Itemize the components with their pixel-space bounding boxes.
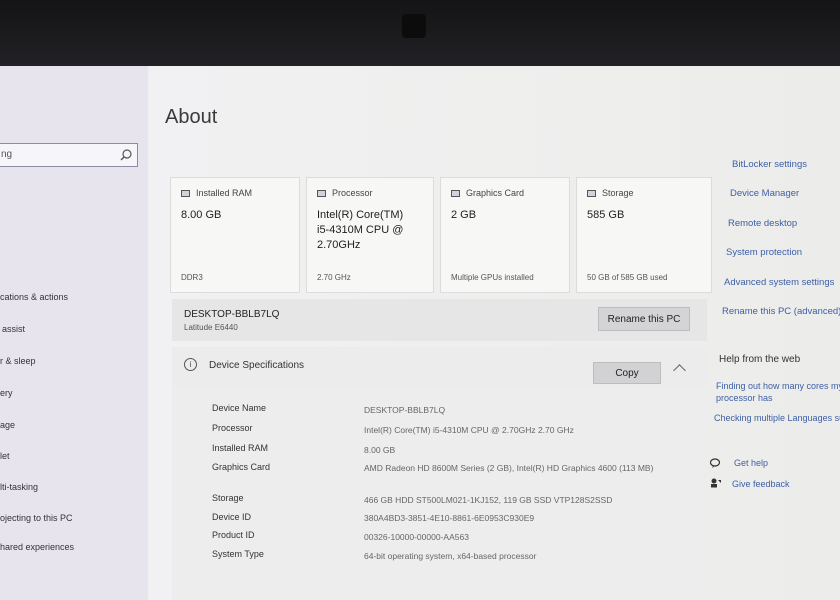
card-title: Graphics Card bbox=[466, 188, 525, 198]
card-value-line: i5-4310M CPU @ bbox=[317, 224, 404, 236]
rename-pc-button[interactable]: Rename this PC bbox=[598, 307, 690, 331]
system-protection-link[interactable]: System protection bbox=[726, 247, 802, 258]
card-value-line: 2.70GHz bbox=[317, 239, 361, 251]
spec-value: AMD Radeon HD 8600M Series (2 GB), Intel… bbox=[364, 463, 654, 473]
help-heading: Help from the web bbox=[719, 354, 801, 365]
spec-value: Intel(R) Core(TM) i5-4310M CPU @ 2.70GHz… bbox=[364, 425, 574, 435]
spec-value: 466 GB HDD ST500LM021-1KJ152, 119 GB SSD… bbox=[364, 495, 613, 505]
section-title: Device Specifications bbox=[209, 360, 305, 371]
search-icon[interactable] bbox=[119, 148, 133, 162]
feedback-icon bbox=[711, 478, 721, 488]
sidebar-item-power-sleep[interactable]: r & sleep bbox=[0, 356, 36, 366]
sidebar-item-shared-experiences[interactable]: hared experiences bbox=[0, 542, 74, 552]
card-storage: Storage 585 GB 50 GB of 585 GB used bbox=[576, 177, 712, 293]
card-footer: Multiple GPUs installed bbox=[451, 273, 534, 282]
card-footer: 50 GB of 585 GB used bbox=[587, 273, 668, 282]
help-link-line: Finding out how many cores my bbox=[716, 381, 840, 391]
card-processor: Processor Intel(R) Core(TM) i5-4310M CPU… bbox=[306, 177, 434, 293]
search-input-value: ng bbox=[1, 149, 13, 160]
bitlocker-settings-link[interactable]: BitLocker settings bbox=[732, 159, 807, 170]
device-specifications-header[interactable]: i Device Specifications Copy bbox=[172, 347, 707, 387]
card-value: Intel(R) Core(TM) i5-4310M CPU @ 2.70GHz bbox=[317, 208, 403, 253]
chat-help-icon bbox=[710, 458, 721, 468]
card-graphics: Graphics Card 2 GB Multiple GPUs install… bbox=[440, 177, 570, 293]
spec-label: Processor bbox=[212, 423, 253, 433]
get-help-link[interactable]: Get help bbox=[734, 458, 768, 468]
device-manager-link[interactable]: Device Manager bbox=[730, 188, 799, 199]
spec-label: Device Name bbox=[212, 403, 267, 413]
help-link-line: processor has bbox=[716, 393, 773, 403]
copy-button[interactable]: Copy bbox=[593, 362, 661, 384]
sidebar-item-notifications[interactable]: cations & actions bbox=[0, 292, 68, 302]
card-value-line: Intel(R) Core(TM) bbox=[317, 209, 404, 221]
storage-icon bbox=[587, 189, 596, 197]
spec-label: Installed RAM bbox=[212, 443, 269, 453]
card-title: Installed RAM bbox=[196, 188, 253, 198]
give-feedback-link[interactable]: Give feedback bbox=[732, 479, 790, 489]
spec-value: 00326-10000-00000-AA563 bbox=[364, 532, 469, 542]
spec-label: Product ID bbox=[212, 530, 255, 540]
sidebar: ng cations & actions assist r & sleep er… bbox=[0, 66, 148, 600]
search-input[interactable]: ng bbox=[0, 143, 138, 167]
graphics-card-icon bbox=[451, 189, 460, 197]
spec-label: Graphics Card bbox=[212, 462, 271, 472]
sidebar-item-tablet[interactable]: let bbox=[0, 451, 10, 461]
webcam bbox=[402, 14, 426, 38]
page-title: About bbox=[165, 106, 218, 128]
chevron-up-icon[interactable] bbox=[673, 364, 686, 377]
settings-window: ng cations & actions assist r & sleep er… bbox=[0, 66, 840, 600]
device-model: Latitude E6440 bbox=[184, 323, 238, 332]
specifications-table: Device Name DESKTOP-BBLB7LQ Processor In… bbox=[172, 387, 707, 600]
card-value: 585 GB bbox=[587, 209, 625, 221]
card-title: Processor bbox=[332, 188, 373, 198]
sidebar-item-battery[interactable]: ery bbox=[0, 388, 13, 398]
memory-icon bbox=[181, 189, 190, 197]
sidebar-item-projecting[interactable]: ojecting to this PC bbox=[0, 513, 73, 523]
sidebar-item-focus-assist[interactable]: assist bbox=[2, 324, 25, 334]
card-title: Storage bbox=[602, 188, 634, 198]
spec-label: Storage bbox=[212, 493, 244, 503]
spec-value: 380A4BD3-3851-4E10-8861-6E0953C930E9 bbox=[364, 513, 535, 523]
sidebar-item-multitasking[interactable]: lti-tasking bbox=[0, 482, 38, 492]
spec-value: DESKTOP-BBLB7LQ bbox=[364, 405, 446, 415]
device-row: DESKTOP-BBLB7LQ Latitude E6440 Rename th… bbox=[172, 299, 707, 341]
info-icon: i bbox=[184, 358, 197, 371]
card-value: 2 GB bbox=[451, 209, 477, 221]
card-installed-ram: Installed RAM 8.00 GB DDR3 bbox=[170, 177, 300, 293]
screen-bezel bbox=[0, 0, 840, 66]
device-name: DESKTOP-BBLB7LQ bbox=[184, 309, 280, 320]
card-value: 8.00 GB bbox=[181, 209, 222, 221]
advanced-system-settings-link[interactable]: Advanced system settings bbox=[724, 277, 834, 288]
spec-value: 64-bit operating system, x64-based proce… bbox=[364, 551, 537, 561]
spec-label: System Type bbox=[212, 549, 264, 559]
help-link-languages[interactable]: Checking multiple Languages support bbox=[714, 412, 840, 424]
card-footer: 2.70 GHz bbox=[317, 273, 351, 282]
remote-desktop-link[interactable]: Remote desktop bbox=[728, 218, 797, 229]
help-link-cores[interactable]: Finding out how many cores my processor … bbox=[716, 380, 840, 404]
processor-icon bbox=[317, 189, 326, 197]
sidebar-item-storage[interactable]: age bbox=[0, 420, 15, 430]
spec-label: Device ID bbox=[212, 512, 252, 522]
card-footer: DDR3 bbox=[181, 273, 203, 282]
rename-pc-advanced-link[interactable]: Rename this PC (advanced) bbox=[722, 306, 840, 317]
spec-value: 8.00 GB bbox=[364, 445, 396, 455]
